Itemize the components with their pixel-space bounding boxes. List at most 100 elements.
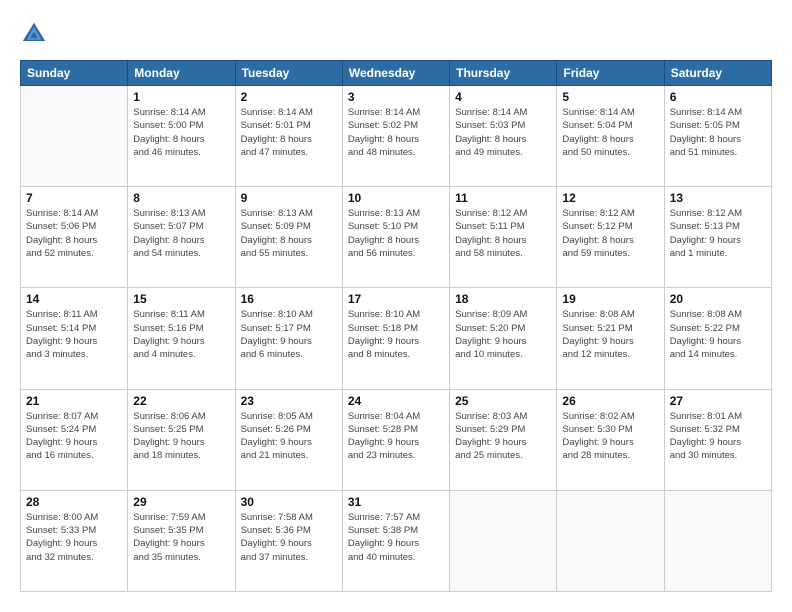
day-number: 9 [241,191,337,205]
day-number: 10 [348,191,444,205]
calendar-cell: 21 Sunrise: 8:07 AM Sunset: 5:24 PM Dayli… [21,389,128,490]
calendar-cell: 14Sunrise: 8:11 AM Sunset: 5:14 PM Dayli… [21,288,128,389]
day-number: 6 [670,90,766,104]
calendar-week-4: 21 Sunrise: 8:07 AM Sunset: 5:24 PM Dayli… [21,389,772,490]
day-number: 11 [455,191,551,205]
calendar-cell: 31 Sunrise: 7:57 AM Sunset: 5:38 PM Dayli… [342,490,449,591]
day-info: Sunrise: 8:12 AM Sunset: 5:11 PM Dayligh… [455,207,551,260]
day-info: Sunrise: 8:14 AM Sunset: 5:03 PM Dayligh… [455,106,551,159]
calendar-header-thursday: Thursday [450,61,557,86]
day-number: 8 [133,191,229,205]
calendar-cell: 4 Sunrise: 8:14 AM Sunset: 5:03 PM Daylig… [450,86,557,187]
calendar-cell [557,490,664,591]
calendar-cell [450,490,557,591]
header [20,20,772,48]
calendar-header-tuesday: Tuesday [235,61,342,86]
calendar-cell: 19 Sunrise: 8:08 AM Sunset: 5:21 PM Dayli… [557,288,664,389]
day-number: 16 [241,292,337,306]
day-info: Sunrise: 8:11 AM Sunset: 5:16 PM Dayligh… [133,308,229,361]
day-number: 23 [241,394,337,408]
calendar-cell: 12 Sunrise: 8:12 AM Sunset: 5:12 PM Dayli… [557,187,664,288]
calendar-cell: 25 Sunrise: 8:03 AM Sunset: 5:29 PM Dayli… [450,389,557,490]
day-number: 22 [133,394,229,408]
day-info: Sunrise: 8:02 AM Sunset: 5:30 PM Dayligh… [562,410,658,463]
day-number: 30 [241,495,337,509]
day-info: Sunrise: 8:00 AM Sunset: 5:33 PM Dayligh… [26,511,122,564]
day-number: 14 [26,292,122,306]
day-info: Sunrise: 7:58 AM Sunset: 5:36 PM Dayligh… [241,511,337,564]
calendar-cell: 17 Sunrise: 8:10 AM Sunset: 5:18 PM Dayli… [342,288,449,389]
day-info: Sunrise: 8:13 AM Sunset: 5:10 PM Dayligh… [348,207,444,260]
day-number: 24 [348,394,444,408]
calendar-cell: 23 Sunrise: 8:05 AM Sunset: 5:26 PM Dayli… [235,389,342,490]
calendar-table: SundayMondayTuesdayWednesdayThursdayFrid… [20,60,772,592]
day-number: 15 [133,292,229,306]
day-info: Sunrise: 8:04 AM Sunset: 5:28 PM Dayligh… [348,410,444,463]
calendar-header-wednesday: Wednesday [342,61,449,86]
calendar-header-monday: Monday [128,61,235,86]
calendar-cell: 27 Sunrise: 8:01 AM Sunset: 5:32 PM Dayli… [664,389,771,490]
calendar-cell: 20 Sunrise: 8:08 AM Sunset: 5:22 PM Dayli… [664,288,771,389]
day-info: Sunrise: 8:12 AM Sunset: 5:13 PM Dayligh… [670,207,766,260]
day-number: 3 [348,90,444,104]
day-info: Sunrise: 8:14 AM Sunset: 5:04 PM Dayligh… [562,106,658,159]
day-info: Sunrise: 8:06 AM Sunset: 5:25 PM Dayligh… [133,410,229,463]
calendar-header-sunday: Sunday [21,61,128,86]
calendar-header-row: SundayMondayTuesdayWednesdayThursdayFrid… [21,61,772,86]
day-info: Sunrise: 8:14 AM Sunset: 5:06 PM Dayligh… [26,207,122,260]
day-number: 5 [562,90,658,104]
calendar-cell: 26 Sunrise: 8:02 AM Sunset: 5:30 PM Dayli… [557,389,664,490]
day-info: Sunrise: 8:14 AM Sunset: 5:01 PM Dayligh… [241,106,337,159]
calendar-cell: 6Sunrise: 8:14 AM Sunset: 5:05 PM Daylig… [664,86,771,187]
day-info: Sunrise: 8:09 AM Sunset: 5:20 PM Dayligh… [455,308,551,361]
day-number: 26 [562,394,658,408]
calendar-week-2: 7 Sunrise: 8:14 AM Sunset: 5:06 PM Daylig… [21,187,772,288]
day-info: Sunrise: 8:08 AM Sunset: 5:21 PM Dayligh… [562,308,658,361]
calendar-week-5: 28Sunrise: 8:00 AM Sunset: 5:33 PM Dayli… [21,490,772,591]
day-info: Sunrise: 8:05 AM Sunset: 5:26 PM Dayligh… [241,410,337,463]
logo-icon [20,20,48,48]
day-number: 7 [26,191,122,205]
calendar-cell [664,490,771,591]
calendar-week-3: 14Sunrise: 8:11 AM Sunset: 5:14 PM Dayli… [21,288,772,389]
calendar-cell: 9Sunrise: 8:13 AM Sunset: 5:09 PM Daylig… [235,187,342,288]
calendar-cell: 24 Sunrise: 8:04 AM Sunset: 5:28 PM Dayli… [342,389,449,490]
logo [20,20,52,48]
day-info: Sunrise: 8:10 AM Sunset: 5:17 PM Dayligh… [241,308,337,361]
calendar-cell: 5 Sunrise: 8:14 AM Sunset: 5:04 PM Daylig… [557,86,664,187]
day-info: Sunrise: 8:03 AM Sunset: 5:29 PM Dayligh… [455,410,551,463]
day-info: Sunrise: 8:14 AM Sunset: 5:02 PM Dayligh… [348,106,444,159]
day-info: Sunrise: 8:12 AM Sunset: 5:12 PM Dayligh… [562,207,658,260]
calendar-cell: 1Sunrise: 8:14 AM Sunset: 5:00 PM Daylig… [128,86,235,187]
calendar-header-friday: Friday [557,61,664,86]
day-info: Sunrise: 8:01 AM Sunset: 5:32 PM Dayligh… [670,410,766,463]
page: SundayMondayTuesdayWednesdayThursdayFrid… [0,0,792,612]
day-info: Sunrise: 8:07 AM Sunset: 5:24 PM Dayligh… [26,410,122,463]
calendar-cell: 15 Sunrise: 8:11 AM Sunset: 5:16 PM Dayli… [128,288,235,389]
day-info: Sunrise: 8:13 AM Sunset: 5:07 PM Dayligh… [133,207,229,260]
calendar-cell: 10 Sunrise: 8:13 AM Sunset: 5:10 PM Dayli… [342,187,449,288]
day-number: 20 [670,292,766,306]
calendar-cell: 2Sunrise: 8:14 AM Sunset: 5:01 PM Daylig… [235,86,342,187]
day-number: 1 [133,90,229,104]
day-number: 4 [455,90,551,104]
day-number: 17 [348,292,444,306]
calendar-header-saturday: Saturday [664,61,771,86]
day-number: 19 [562,292,658,306]
day-info: Sunrise: 8:08 AM Sunset: 5:22 PM Dayligh… [670,308,766,361]
day-number: 18 [455,292,551,306]
day-info: Sunrise: 7:57 AM Sunset: 5:38 PM Dayligh… [348,511,444,564]
day-number: 31 [348,495,444,509]
calendar-cell: 16 Sunrise: 8:10 AM Sunset: 5:17 PM Dayli… [235,288,342,389]
calendar-cell [21,86,128,187]
calendar-cell: 11 Sunrise: 8:12 AM Sunset: 5:11 PM Dayli… [450,187,557,288]
day-number: 25 [455,394,551,408]
calendar-cell: 22 Sunrise: 8:06 AM Sunset: 5:25 PM Dayli… [128,389,235,490]
day-info: Sunrise: 7:59 AM Sunset: 5:35 PM Dayligh… [133,511,229,564]
day-info: Sunrise: 8:10 AM Sunset: 5:18 PM Dayligh… [348,308,444,361]
calendar-cell: 8 Sunrise: 8:13 AM Sunset: 5:07 PM Daylig… [128,187,235,288]
day-number: 12 [562,191,658,205]
day-number: 27 [670,394,766,408]
day-number: 21 [26,394,122,408]
calendar-week-1: 1Sunrise: 8:14 AM Sunset: 5:00 PM Daylig… [21,86,772,187]
